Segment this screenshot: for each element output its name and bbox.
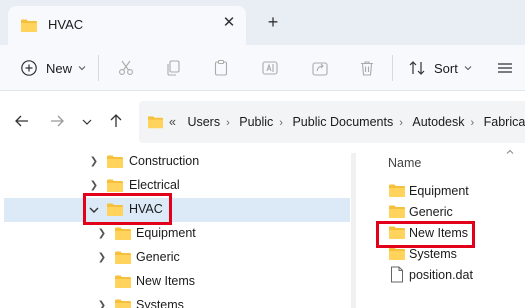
tab-title: HVAC [48,17,84,32]
new-tab-button[interactable]: + [262,12,284,34]
breadcrumb-users[interactable]: Users [187,115,220,129]
chevron-up-icon [506,147,514,158]
chevron-right-icon[interactable]: ❯ [96,227,108,241]
breadcrumb: « Users › Public › Public Documents › Autod… [169,115,525,129]
breadcrumb-autodesk[interactable]: Autodesk [412,115,464,129]
folder-icon [114,226,132,244]
back-button[interactable] [12,112,32,132]
chevron-down-icon [82,115,92,129]
cut-button[interactable] [117,54,135,82]
folder-icon [114,274,132,292]
chevron-right-icon[interactable]: ❯ [96,251,108,265]
list-item-label: Systems [409,247,457,261]
chevron-down-icon [464,65,472,71]
chevron-right-icon: › [279,117,283,129]
share-button[interactable] [311,54,329,82]
chevron-right-icon[interactable]: ❯ [88,155,100,169]
chevron-right-icon: › [399,117,403,129]
forward-button[interactable] [47,112,67,132]
plus-circle-icon [20,59,38,77]
tree-item-construction[interactable]: ❯ Construction [0,150,350,174]
list-item-label: position.dat [409,268,473,282]
chevron-right-icon: › [470,117,475,129]
folder-icon [106,154,124,172]
scissors-icon [117,59,135,77]
list-item[interactable]: position.dat [386,265,516,286]
rename-button[interactable] [261,54,279,82]
folder-icon [388,183,406,201]
tree-item-generic[interactable]: ❯ Generic [0,246,350,270]
copy-icon [164,59,182,77]
copy-button[interactable] [164,54,182,82]
new-button[interactable]: New [20,54,86,82]
folder-icon [20,18,38,36]
recent-locations-button[interactable] [77,112,97,132]
tree-item-label: Electrical [129,178,180,192]
new-label: New [46,60,73,76]
trash-icon [358,59,376,77]
tree-item-label: Construction [129,154,200,168]
chevron-right-icon[interactable]: ❯ [96,299,108,308]
breadcrumb-fabrication[interactable]: Fabricat [484,115,525,129]
column-header-name[interactable]: Name [388,156,421,170]
tab-strip: HVAC ✕ + [0,0,525,45]
chevron-down-icon [78,65,86,71]
folder-icon [388,246,406,264]
clipboard-icon [212,59,230,77]
close-tab-icon[interactable]: ✕ [220,14,238,32]
delete-button[interactable] [358,54,376,82]
toolbar-divider [392,55,393,81]
address-row: « Users › Public › Public Documents › Autod… [0,91,525,153]
list-item-label: Equipment [409,184,469,198]
chevron-right-icon: › [226,117,230,129]
paste-button[interactable] [212,54,230,82]
up-button[interactable] [106,112,126,132]
folder-icon [388,204,406,222]
share-icon [311,59,329,77]
tree-item-new-items[interactable]: New Items [0,270,350,294]
sort-button[interactable]: Sort [408,54,472,82]
breadcrumb-overflow[interactable]: « [169,115,176,129]
chevron-right-icon[interactable]: ❯ [88,179,100,193]
toolbar-divider [98,55,99,81]
list-item[interactable]: Equipment [386,181,516,202]
list-item[interactable]: Generic [386,202,516,223]
tree-item-label: Systems [136,298,184,308]
highlight-box-hvac [83,193,172,225]
breadcrumb-public[interactable]: Public [239,115,273,129]
arrow-up-icon [108,113,124,132]
tab-hvac[interactable]: HVAC ✕ [8,6,246,45]
tree-item-label: Generic [136,250,180,264]
view-lines-icon [496,59,514,77]
navigation-pane: ❯ Construction ❯ Electrical HVAC ❯ Equip… [0,153,355,308]
arrow-right-icon [49,113,65,132]
command-bar: New Sort [0,45,525,91]
rename-icon [261,59,279,77]
tree-item-label: New Items [136,274,196,288]
tree-item-label: Equipment [136,226,196,240]
sort-label: Sort [434,60,458,76]
tree-item-systems[interactable]: ❯ Systems [0,294,350,308]
sort-arrows-icon [408,59,426,77]
breadcrumb-public-documents[interactable]: Public Documents [292,115,393,129]
address-bar[interactable]: « Users › Public › Public Documents › Autod… [139,101,525,143]
arrow-left-icon [14,113,30,132]
folder-icon [114,250,132,268]
file-icon [390,266,404,286]
list-item-label: Generic [409,205,453,219]
folder-icon [147,115,164,132]
folder-icon [114,298,132,308]
highlight-box-new-items [376,221,475,248]
tree-item-equipment[interactable]: ❯ Equipment [0,222,350,246]
tree-item-electrical[interactable]: ❯ Electrical [0,174,350,198]
tree-item-hvac[interactable]: HVAC [4,198,350,222]
view-button[interactable] [496,54,514,82]
